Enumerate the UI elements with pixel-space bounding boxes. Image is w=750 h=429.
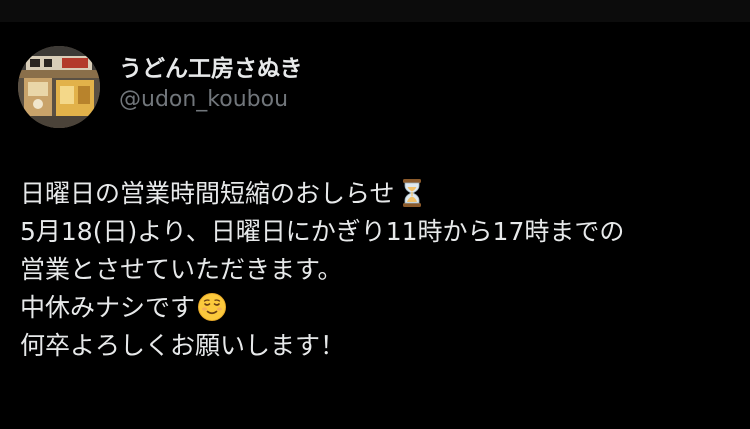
avatar[interactable] (18, 46, 100, 128)
post-line: 5月18(日)より、日曜日にかぎり11時から17時までの (20, 217, 625, 246)
post-line: 中休みナシです (20, 289, 740, 327)
top-bar-edge (0, 0, 750, 22)
post-line-text: 日曜日の営業時間短縮のおしらせ (20, 179, 395, 208)
post-line: 営業とさせていただきます。 (20, 255, 343, 284)
author-display-name[interactable]: うどん工房さぬき (119, 54, 303, 84)
shop-storefront-avatar-icon (18, 46, 100, 128)
post-body: 日曜日の営業時間短縮のおしらせ 5月18(日)より、日曜日にかぎり11時から17… (20, 175, 740, 365)
post-author: うどん工房さぬき @udon_koubou (119, 54, 303, 115)
post-line-text: 中休みナシです (20, 293, 196, 322)
hourglass-icon (402, 179, 421, 207)
post-line: 何卒よろしくお願いします！ (20, 331, 346, 360)
relieved-face-emoji-icon (198, 293, 227, 321)
post-line: 日曜日の営業時間短縮のおしらせ (20, 175, 740, 213)
author-handle[interactable]: @udon_koubou (119, 85, 303, 115)
post-card[interactable]: うどん工房さぬき @udon_koubou 日曜日の営業時間短縮のおしらせ 5月… (0, 22, 750, 429)
